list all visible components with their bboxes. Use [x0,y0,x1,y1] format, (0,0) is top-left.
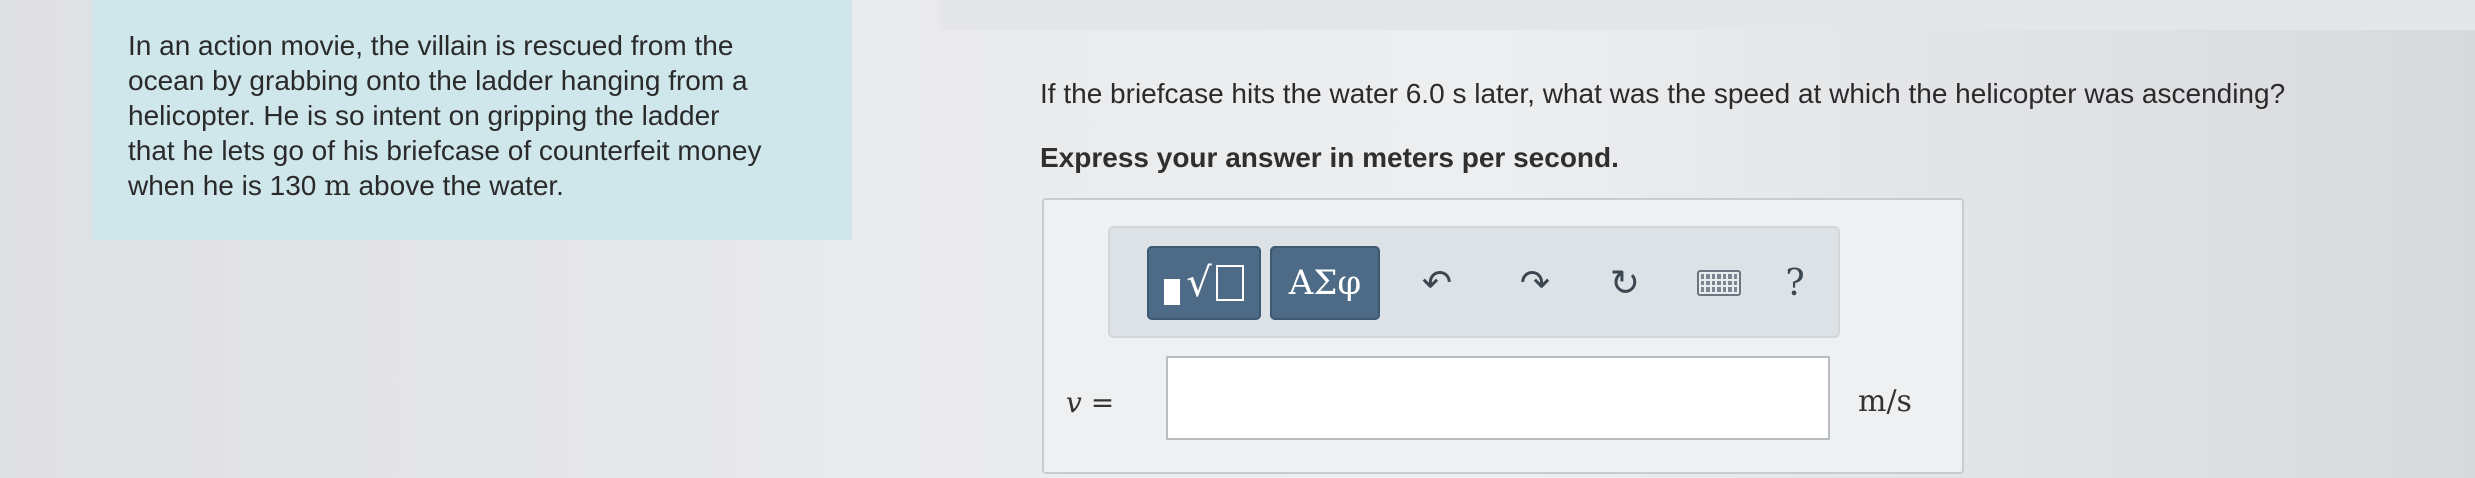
redo-icon[interactable]: ↷ [1510,258,1560,308]
radical-icon: √ [1186,260,1212,306]
math-toolbar: √ ΑΣφ ↶ ↷ ↻ ? [1108,226,1840,338]
question-text: If the briefcase hits the water 6.0 s la… [1040,78,2286,109]
problem-line: that he lets go of his briefcase of coun… [128,135,762,166]
template-block-icon [1164,279,1181,305]
reset-icon[interactable]: ↻ [1600,258,1650,308]
problem-statement: In an action movie, the villain is rescu… [128,28,828,203]
answer-input[interactable] [1166,356,1830,440]
help-icon[interactable]: ? [1770,258,1820,308]
top-bar [940,0,2475,30]
keyboard-icon[interactable] [1694,258,1744,308]
answer-instruction: Express your answer in meters per second… [1040,142,1619,173]
problem-line: ocean by grabbing onto the ladder hangin… [128,65,748,96]
template-box-icon [1215,265,1244,301]
undo-icon[interactable]: ↶ [1412,258,1462,308]
greek-symbols-button[interactable]: ΑΣφ [1270,246,1380,320]
answer-variable-label: v = [1066,386,1114,419]
problem-line: In an action movie, the villain is rescu… [128,30,734,61]
height-unit: m [324,169,351,202]
equals-sign: = [1081,386,1115,419]
problem-line: when he is 130 m above the water. [128,168,828,203]
problem-line: helicopter. He is so intent on gripping … [128,100,720,131]
variable-symbol: v [1066,386,1082,419]
answer-unit: m/s [1858,384,1912,419]
problem-line-suffix: above the water. [350,170,564,201]
problem-line-prefix: when he is 130 [128,170,325,201]
templates-button[interactable]: √ [1147,246,1261,320]
